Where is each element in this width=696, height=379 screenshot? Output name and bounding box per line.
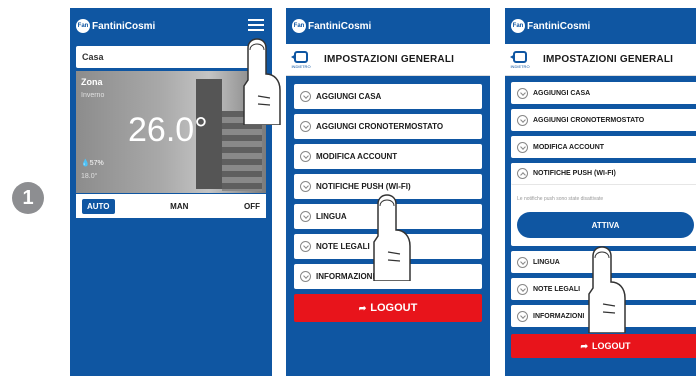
menu-item-label: NOTE LEGALI <box>533 285 581 293</box>
push-notifications-panel: NOTIFICHE PUSH (WI-FI) Le notifiche push… <box>511 163 696 246</box>
menu-item-info[interactable]: INFORMAZIONI <box>294 264 482 289</box>
phone-icon[interactable] <box>254 81 264 101</box>
menu-item-label: INFORMAZIONI <box>316 272 375 281</box>
settings-header: INDIETRO IMPOSTAZIONI GENERALI <box>505 44 696 76</box>
logo-mark-icon: Fan <box>292 19 306 33</box>
chevron-down-icon <box>300 151 311 162</box>
back-label: INDIETRO <box>291 63 311 69</box>
temperature-value: 26.0° <box>128 111 208 149</box>
hamburger-menu-icon[interactable] <box>248 19 264 31</box>
menu-item-label: AGGIUNGI CASA <box>316 92 382 101</box>
push-notice-text: Le notifiche push sono state disattivate <box>517 196 604 202</box>
humidity-text: 57% <box>89 160 104 167</box>
brand-name: FantiniCosmi <box>527 20 591 32</box>
home-screen: Fan FantiniCosmi Casa Zona Inverno 26.0°… <box>70 8 272 376</box>
logout-label: LOGOUT <box>592 341 631 351</box>
drop-icon: 💧 <box>81 160 90 167</box>
mode-man-button[interactable]: MAN <box>170 202 188 211</box>
menu-item-edit-account[interactable]: MODIFICA ACCOUNT <box>511 136 696 158</box>
chevron-down-icon <box>300 271 311 282</box>
chevron-down-icon <box>517 87 528 99</box>
top-bar: Fan FantiniCosmi <box>286 8 490 44</box>
chevron-down-icon <box>517 283 528 295</box>
back-button[interactable]: INDIETRO <box>286 44 316 76</box>
top-bar: Fan FantiniCosmi <box>70 8 272 44</box>
menu-item-add-house[interactable]: AGGIUNGI CASA <box>294 84 482 109</box>
top-bar: Fan FantiniCosmi <box>505 8 696 44</box>
brand-logo: Fan FantiniCosmi <box>511 19 590 33</box>
menu-item-add-house[interactable]: AGGIUNGI CASA <box>511 82 696 104</box>
menu-item-label: LINGUA <box>316 212 347 221</box>
settings-screen: Fan FantiniCosmi INDIETRO IMPOSTAZIONI G… <box>286 8 490 376</box>
logout-button[interactable]: ➦ LOGOUT <box>294 294 482 322</box>
chevron-down-icon <box>300 241 311 252</box>
settings-menu: AGGIUNGI CASA AGGIUNGI CRONOTERMOSTATO M… <box>294 84 482 322</box>
settings-screen-expanded: Fan FantiniCosmi INDIETRO IMPOSTAZIONI G… <box>505 8 696 376</box>
back-arrow-icon <box>291 50 308 63</box>
menu-item-label: MODIFICA ACCOUNT <box>316 152 398 161</box>
menu-item-label: AGGIUNGI CASA <box>533 89 591 97</box>
back-arrow-icon <box>510 50 527 63</box>
activate-wrap: ATTIVA <box>511 208 696 246</box>
menu-item-info[interactable]: INFORMAZIONI <box>511 305 696 327</box>
settings-header: INDIETRO IMPOSTAZIONI GENERALI <box>286 44 490 76</box>
mode-bar: AUTO MAN OFF <box>76 194 266 218</box>
brand-name: FantiniCosmi <box>92 20 156 32</box>
chevron-down-icon <box>300 211 311 222</box>
menu-item-push-notifications[interactable]: NOTIFICHE PUSH (WI-FI) <box>511 163 696 185</box>
menu-item-edit-account[interactable]: MODIFICA ACCOUNT <box>294 144 482 169</box>
chevron-down-icon <box>517 256 528 268</box>
setpoint-value: 18.0° <box>81 173 98 180</box>
logout-icon: ➦ <box>358 302 367 313</box>
mode-off-button[interactable]: OFF <box>244 202 260 211</box>
step-badge: 1 <box>12 182 44 214</box>
menu-item-legal-notes[interactable]: NOTE LEGALI <box>511 278 696 300</box>
page-title: IMPOSTAZIONI GENERALI <box>324 54 455 65</box>
back-label: INDIETRO <box>510 63 530 69</box>
brand-name: FantiniCosmi <box>308 20 372 32</box>
zone-card[interactable]: Zona Inverno 26.0° 💧57% 18.0° <box>76 71 266 193</box>
humidity-value: 💧57% <box>81 159 104 167</box>
zone-season: Inverno <box>81 92 105 99</box>
page-title: IMPOSTAZIONI GENERALI <box>543 54 674 65</box>
logout-icon: ➦ <box>580 340 589 351</box>
chevron-down-icon <box>300 91 311 102</box>
activate-button[interactable]: ATTIVA <box>517 212 694 238</box>
logout-button[interactable]: ➦ LOGOUT <box>511 334 696 358</box>
menu-item-language[interactable]: LINGUA <box>294 204 482 229</box>
brand-logo: Fan FantiniCosmi <box>76 19 155 33</box>
menu-item-label: AGGIUNGI CRONOTERMOSTATO <box>316 122 444 131</box>
chevron-down-icon <box>300 121 311 132</box>
menu-item-label: INFORMAZIONI <box>533 312 585 320</box>
menu-item-add-thermostat[interactable]: AGGIUNGI CRONOTERMOSTATO <box>294 114 482 139</box>
menu-item-label: LINGUA <box>533 258 560 266</box>
menu-item-language[interactable]: LINGUA <box>511 251 696 273</box>
back-button[interactable]: INDIETRO <box>505 44 535 76</box>
chevron-down-icon <box>517 114 528 126</box>
logo-mark-icon: Fan <box>511 19 525 33</box>
menu-item-legal-notes[interactable]: NOTE LEGALI <box>294 234 482 259</box>
chevron-down-icon <box>517 141 528 153</box>
menu-item-label: NOTIFICHE PUSH (WI-FI) <box>316 182 411 191</box>
menu-item-label: NOTE LEGALI <box>316 242 370 251</box>
menu-item-label: AGGIUNGI CRONOTERMOSTATO <box>533 116 645 124</box>
menu-item-label: MODIFICA ACCOUNT <box>533 143 605 151</box>
menu-item-add-thermostat[interactable]: AGGIUNGI CRONOTERMOSTATO <box>511 109 696 131</box>
house-selector[interactable]: Casa <box>76 46 266 68</box>
chevron-down-icon <box>300 181 311 192</box>
menu-item-push-notifications[interactable]: NOTIFICHE PUSH (WI-FI) <box>294 174 482 199</box>
settings-menu: AGGIUNGI CASA AGGIUNGI CRONOTERMOSTATO M… <box>511 82 696 358</box>
brand-logo: Fan FantiniCosmi <box>292 19 371 33</box>
chevron-up-icon <box>517 168 528 179</box>
logo-mark-icon: Fan <box>76 19 90 33</box>
mode-auto-button[interactable]: AUTO <box>82 198 115 214</box>
chevron-down-icon <box>517 310 528 322</box>
logout-label: LOGOUT <box>370 302 418 314</box>
stairs-image <box>222 111 262 191</box>
menu-item-label: NOTIFICHE PUSH (WI-FI) <box>533 170 616 177</box>
zone-title: Zona <box>81 77 103 87</box>
